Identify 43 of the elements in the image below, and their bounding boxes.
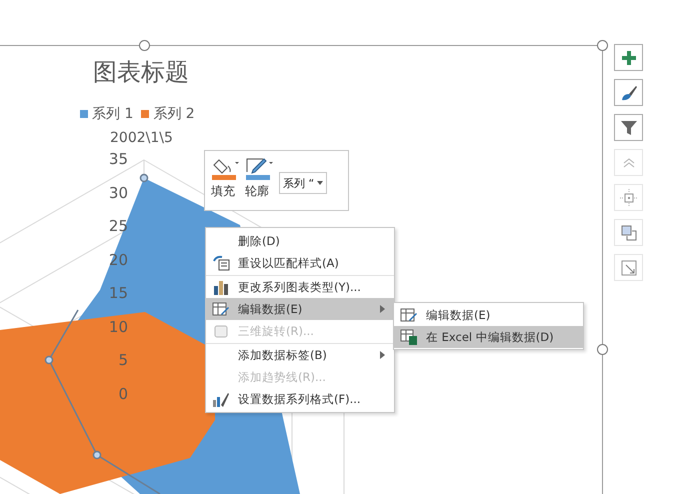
menu-item[interactable]: 设置数据系列格式(F)... <box>206 388 394 410</box>
menu-item[interactable]: 删除(D) <box>206 230 394 252</box>
spreadsheet-icon <box>400 329 418 345</box>
brush-button[interactable] <box>614 79 643 106</box>
series-dropdown[interactable]: 系列 “ <box>279 172 328 194</box>
menu-item[interactable]: 重设以匹配样式(A) <box>206 252 394 274</box>
menu-item[interactable]: 在 Excel 中编辑数据(D) <box>394 326 583 348</box>
resize-icon <box>620 258 638 276</box>
axis-label: 10 <box>108 318 128 336</box>
resize-handle[interactable] <box>597 40 608 51</box>
submenu-arrow-icon <box>380 305 385 313</box>
menu-item[interactable]: 编辑数据(E) <box>206 298 394 320</box>
format-brush-icon <box>212 391 230 407</box>
plus-button[interactable] <box>614 44 643 71</box>
outline-button[interactable]: 轮廓 <box>245 156 275 200</box>
table-edit-icon <box>400 307 418 323</box>
cube-icon <box>213 323 229 339</box>
reset-style-icon <box>212 255 230 271</box>
legend-label: 系列 2 <box>153 105 195 123</box>
legend-label: 系列 1 <box>92 105 134 123</box>
axis-label: 0 <box>118 384 128 404</box>
chart-title: 图表标题 <box>93 57 189 88</box>
axis-label: 5 <box>118 351 128 370</box>
resize-handle[interactable] <box>597 344 608 355</box>
axis-label: 35 <box>108 150 128 169</box>
axis-label: 15 <box>108 284 128 303</box>
plus-icon <box>620 48 638 66</box>
submenu-arrow-icon <box>380 351 385 359</box>
fill-button[interactable]: 填充 <box>211 156 241 200</box>
caret-icon <box>317 181 324 185</box>
menu-item[interactable]: 编辑数据(E) <box>394 304 583 326</box>
filter-icon <box>620 118 638 136</box>
brush-icon <box>620 84 638 102</box>
axis-label: 30 <box>108 184 128 202</box>
overlap-icon <box>620 224 638 242</box>
category-label: 2002\1\5 <box>110 130 173 146</box>
pen-icon <box>245 156 275 180</box>
bar-chart-icon <box>213 279 229 295</box>
filter-button[interactable] <box>614 114 643 141</box>
table-edit-icon <box>212 301 230 317</box>
resize-handle[interactable] <box>139 40 150 51</box>
menu-item[interactable]: 添加数据标签(B) <box>206 343 394 366</box>
align-center-icon <box>620 188 638 206</box>
